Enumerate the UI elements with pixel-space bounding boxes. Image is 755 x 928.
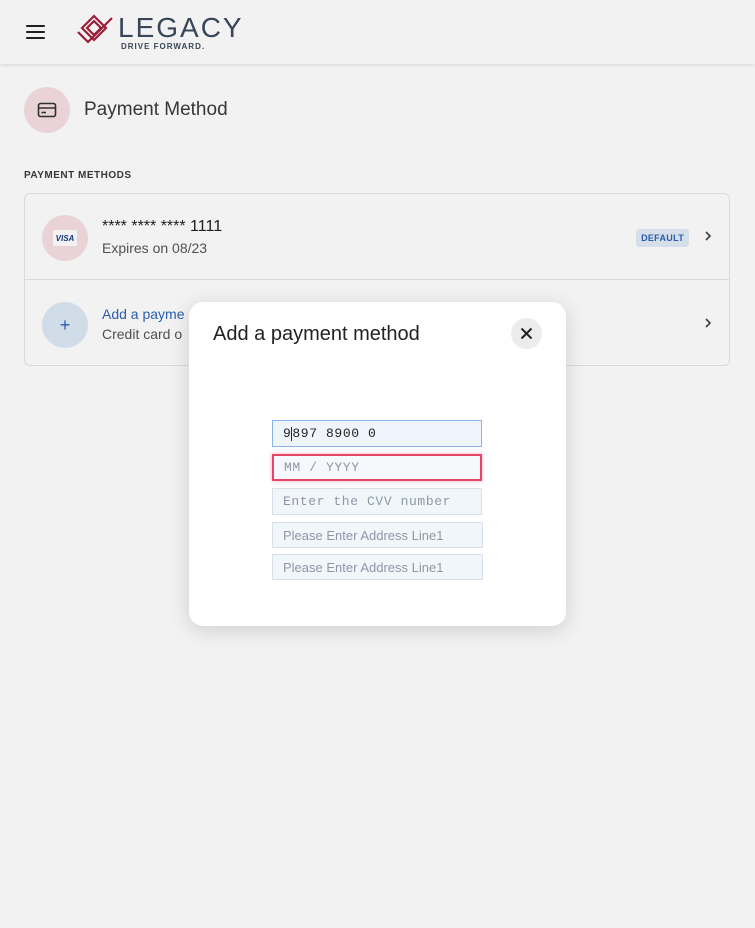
card-number-prefix: 9 (283, 426, 292, 441)
add-payment-dialog: Add a payment method 9 897 8900 0 MM / YY… (189, 302, 566, 626)
card-number-suffix: 897 8900 0 (292, 426, 377, 441)
dialog-title: Add a payment method (213, 323, 420, 345)
expiry-input[interactable]: MM / YYYY (272, 454, 482, 481)
cvv-placeholder: Enter the CVV number (283, 494, 452, 509)
address-line2-placeholder: Please Enter Address Line1 (283, 559, 444, 575)
card-number-input[interactable]: 9 897 8900 0 (272, 420, 482, 447)
close-icon (520, 327, 533, 340)
address-line1-input[interactable]: Please Enter Address Line1 (272, 522, 483, 548)
close-button[interactable] (511, 318, 542, 349)
address-line2-input[interactable]: Please Enter Address Line1 (272, 554, 483, 580)
expiry-placeholder: MM / YYYY (284, 460, 360, 475)
cvv-input[interactable]: Enter the CVV number (272, 488, 482, 515)
address-line1-placeholder: Please Enter Address Line1 (283, 527, 444, 543)
